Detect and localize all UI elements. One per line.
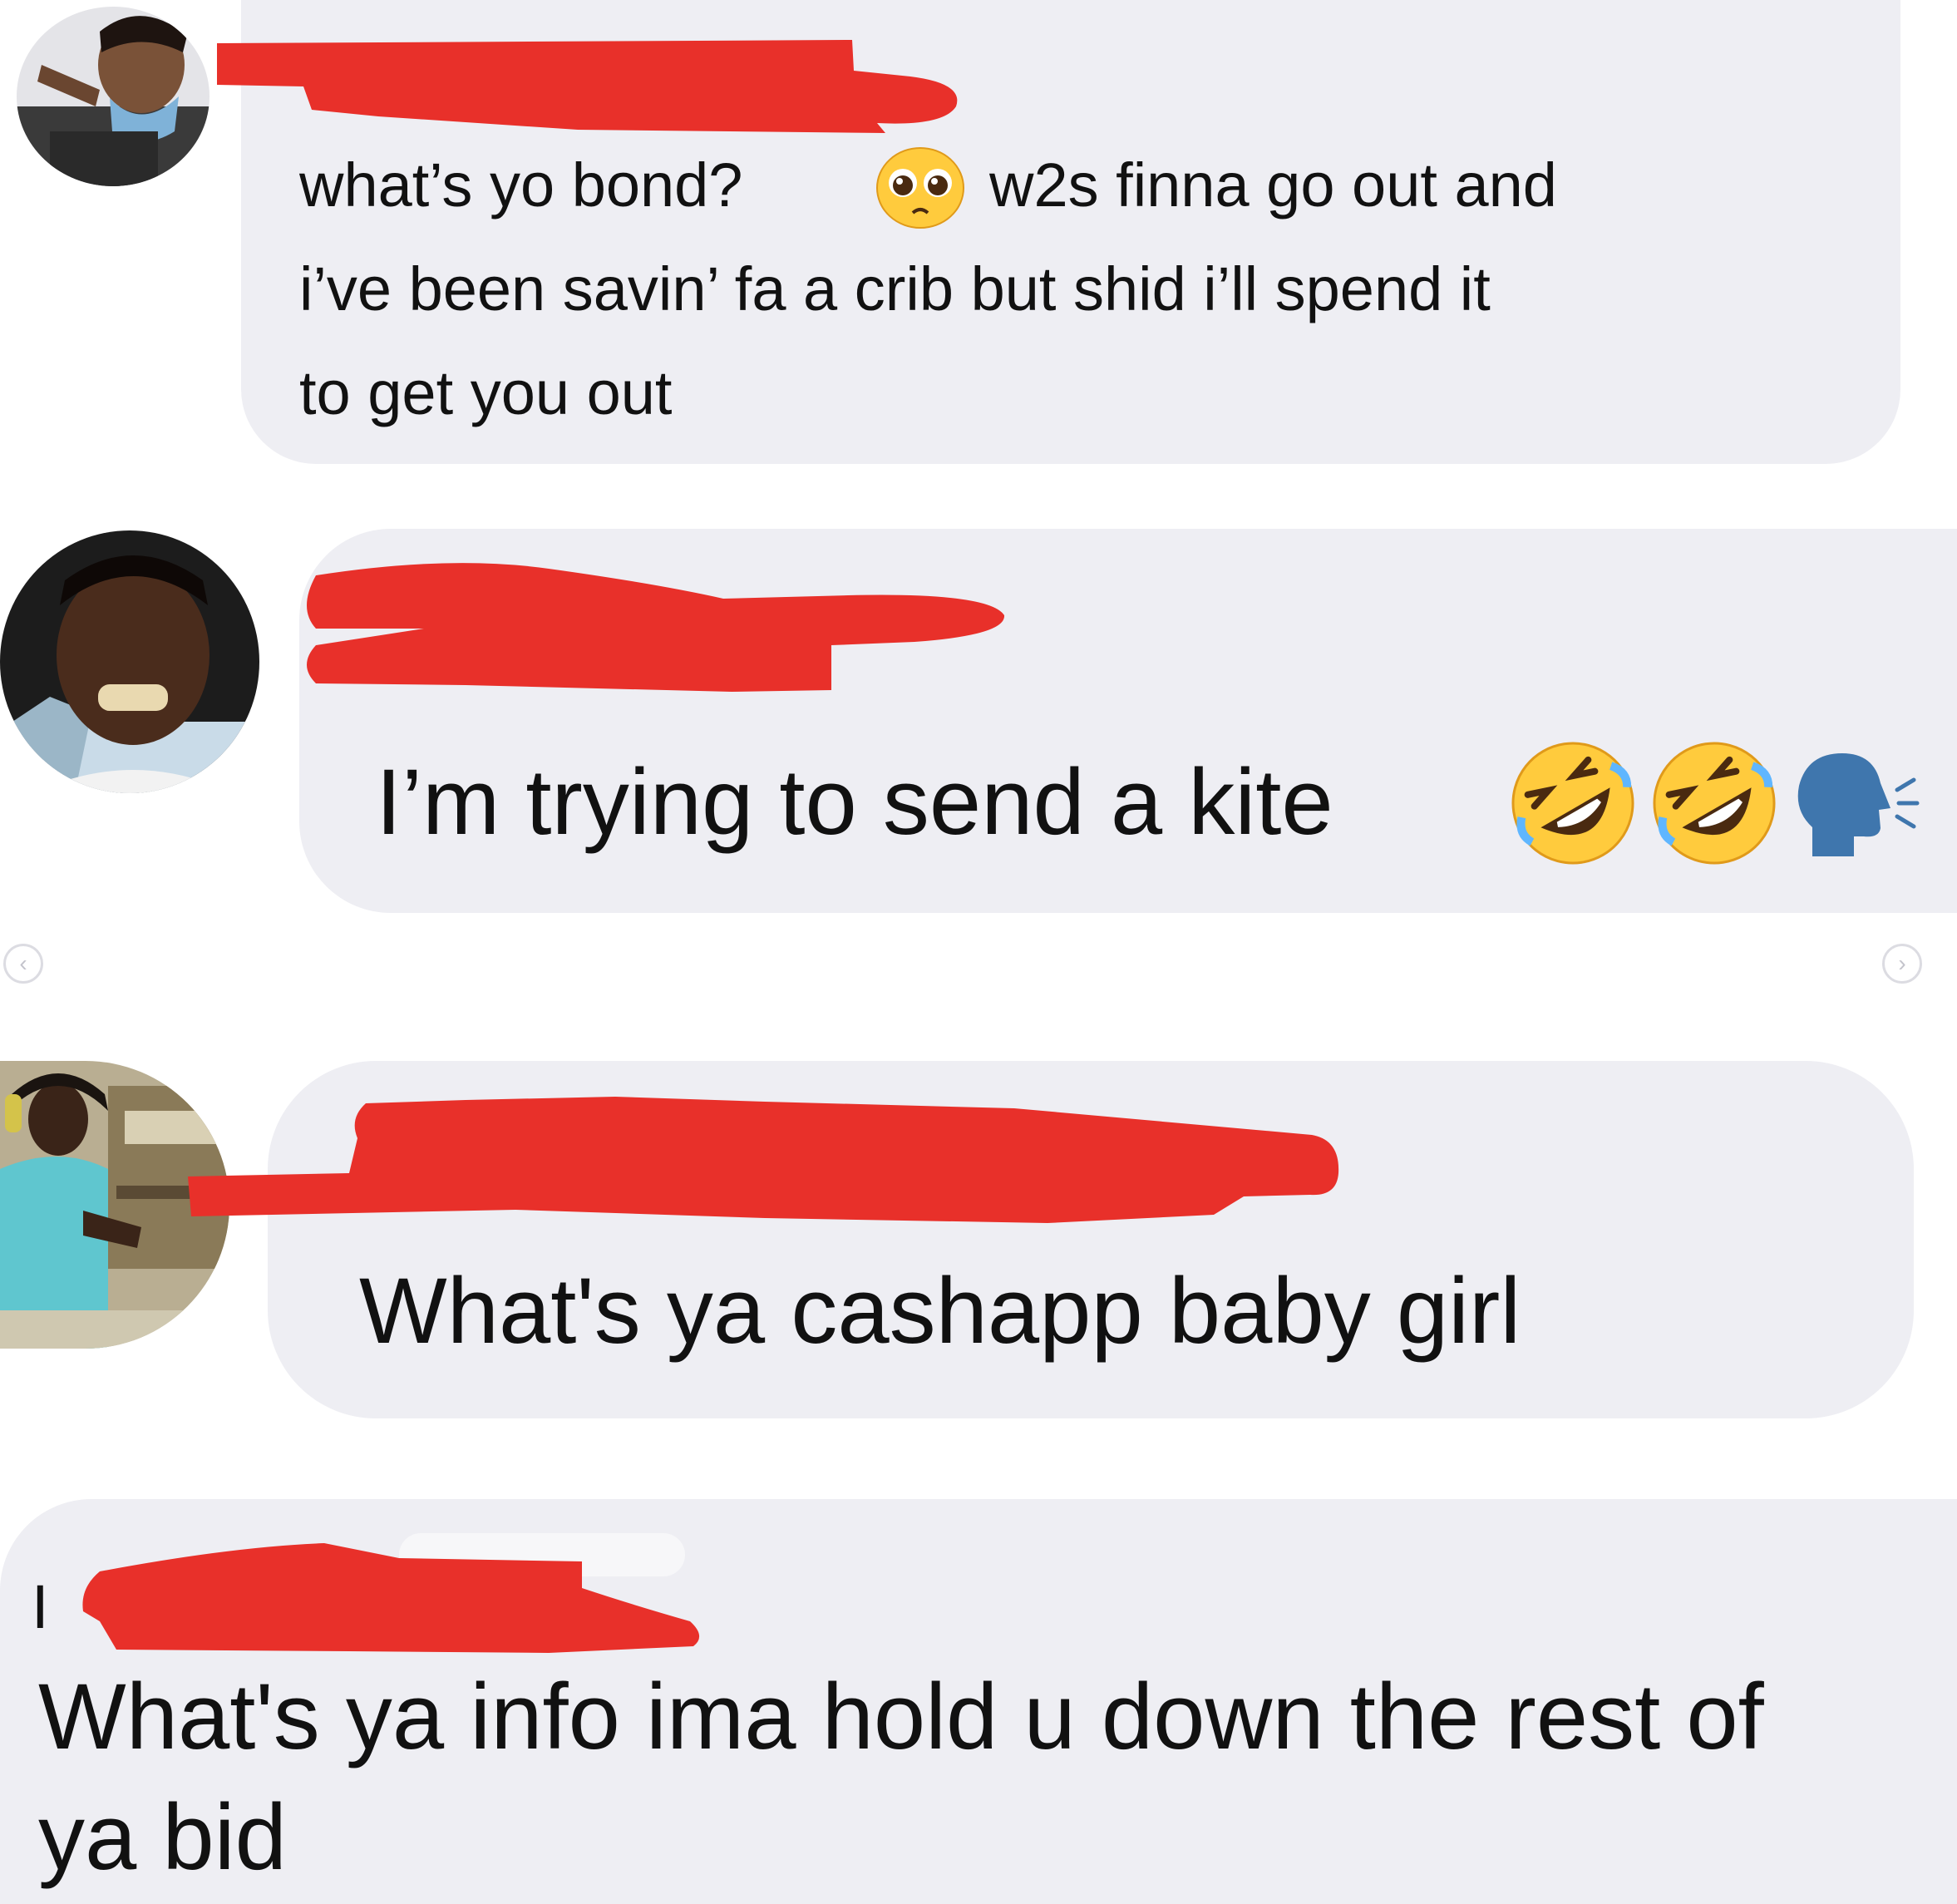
redacted-name-3 <box>188 1097 1339 1223</box>
carousel-prev-button[interactable]: ‹ <box>3 944 43 984</box>
chevron-left-icon: ‹ <box>19 950 27 976</box>
rolling-on-floor-laughing-icon <box>1511 742 1634 865</box>
avatar-user-1[interactable] <box>17 7 210 186</box>
message-2-text: I’m trying to send a kite <box>376 750 1333 854</box>
avatar-user-2[interactable] <box>0 530 259 793</box>
message-1-line-3: to get you out <box>299 358 673 427</box>
redacted-name-2 <box>307 563 1005 692</box>
chevron-right-icon: › <box>1898 950 1906 976</box>
message-3-text: What's ya cashapp baby girl <box>359 1259 1521 1363</box>
redacted-name-4 <box>82 1543 700 1653</box>
message-4-line-2: ya bid <box>38 1785 287 1889</box>
message-4-partial-name: I <box>32 1572 49 1641</box>
avatar-photo-1 <box>17 7 210 186</box>
message-4-line-1: What's ya info ima hold u down the rest … <box>38 1665 1764 1768</box>
message-1-line-2: i’ve been savin’ fa a crib but shid i’ll… <box>299 254 1491 323</box>
carousel-next-button[interactable]: › <box>1882 944 1922 984</box>
message-1-line-1b: w2s finna go out and <box>989 150 1557 220</box>
avatar-photo-2 <box>0 530 259 793</box>
speaking-head-icon <box>1797 753 1920 856</box>
redacted-name-1 <box>217 40 958 133</box>
pleading-face-icon <box>876 147 964 229</box>
message-1-line-1a: what’s yo bond? <box>299 150 743 220</box>
rolling-on-floor-laughing-icon <box>1653 742 1776 865</box>
